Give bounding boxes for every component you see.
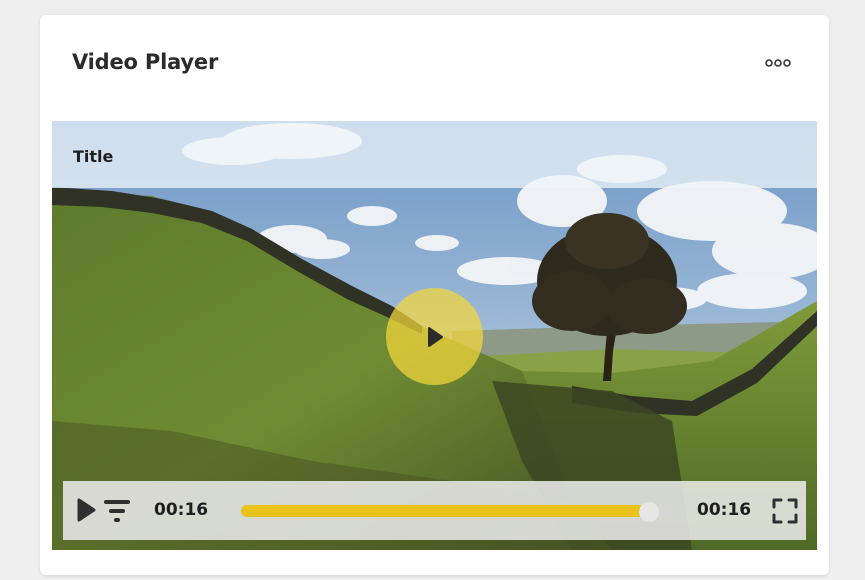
quality-button[interactable] bbox=[103, 498, 131, 524]
progress-fill bbox=[241, 505, 649, 517]
more-dots-icon bbox=[765, 59, 791, 67]
video-controls: 00:16 00:16 bbox=[63, 481, 806, 540]
progress-slider[interactable] bbox=[241, 502, 671, 522]
big-play-button[interactable] bbox=[386, 288, 483, 385]
play-icon bbox=[77, 498, 96, 522]
video-area[interactable]: Title 00:16 00:16 bbox=[52, 121, 817, 550]
progress-thumb[interactable] bbox=[639, 502, 659, 522]
fullscreen-button[interactable] bbox=[771, 497, 799, 525]
fullscreen-icon bbox=[772, 498, 798, 524]
duration-time: 00:16 bbox=[697, 500, 752, 520]
video-title-bar: Title bbox=[52, 121, 817, 188]
more-options-button[interactable] bbox=[762, 55, 794, 71]
video-title: Title bbox=[73, 147, 114, 166]
current-time: 00:16 bbox=[154, 500, 209, 520]
play-button[interactable] bbox=[75, 497, 97, 523]
filter-icon bbox=[104, 500, 130, 522]
video-player-card: Video Player Title 00:16 00:16 bbox=[40, 15, 829, 575]
play-icon bbox=[427, 326, 443, 347]
card-title: Video Player bbox=[72, 50, 219, 74]
